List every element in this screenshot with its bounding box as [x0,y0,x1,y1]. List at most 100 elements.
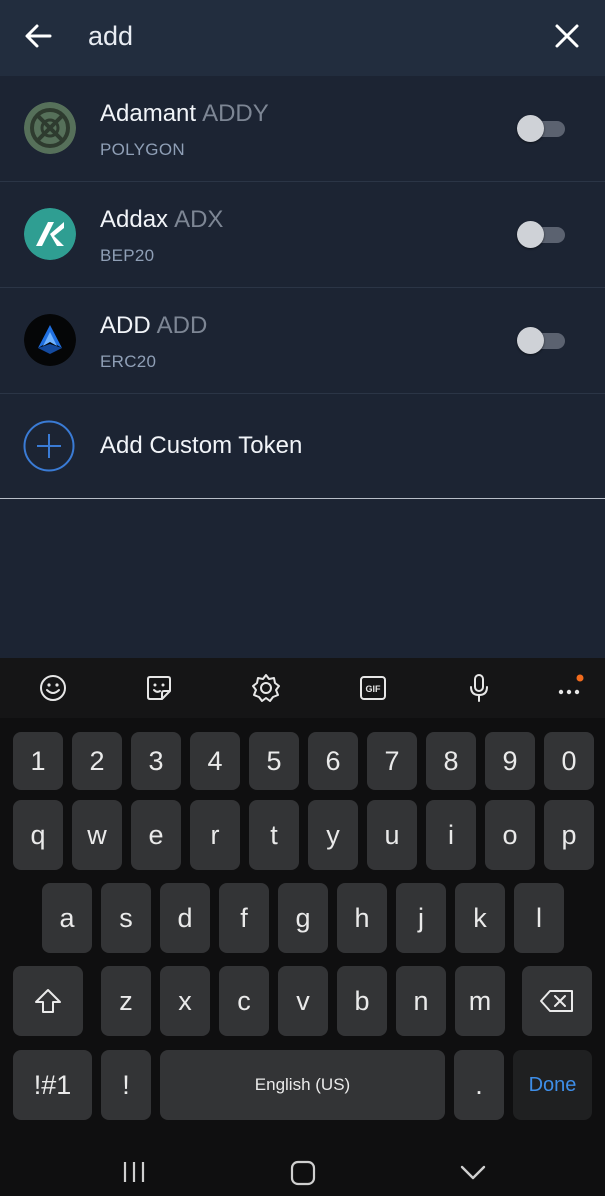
key-label: n [413,985,429,1016]
token-row-add[interactable]: ADD ADD ERC20 [0,288,605,394]
shift-key[interactable] [13,966,83,1036]
exclaim-key[interactable]: ! [101,1050,151,1120]
token-network: BEP20 [100,246,155,265]
key-h[interactable]: h [337,883,387,953]
key-label: k [473,902,487,933]
key-label: g [295,902,311,933]
period-key[interactable]: . [454,1050,504,1120]
key-v[interactable]: v [278,966,328,1036]
key-n[interactable]: n [396,966,446,1036]
key-5[interactable]: 5 [249,732,299,790]
key-3[interactable]: 3 [131,732,181,790]
key-7[interactable]: 7 [367,732,417,790]
key-p[interactable]: p [544,800,594,870]
key-m[interactable]: m [455,966,505,1036]
symbols-key-label: !#1 [33,1069,72,1100]
search-header [0,0,605,76]
token-name-line: Addax ADX [100,206,223,234]
key-k[interactable]: k [455,883,505,953]
more-icon[interactable] [553,672,585,704]
key-a[interactable]: a [42,883,92,953]
done-key-label: Done [528,1073,577,1096]
emoji-icon[interactable] [37,672,69,704]
key-9[interactable]: 9 [485,732,535,790]
space-key[interactable]: English (US) [160,1050,445,1120]
key-6[interactable]: 6 [308,732,358,790]
key-l[interactable]: l [514,883,564,953]
home-icon[interactable] [290,1160,316,1186]
key-2[interactable]: 2 [72,732,122,790]
key-label: v [296,985,310,1016]
key-0[interactable]: 0 [544,732,594,790]
token-symbol: ADD [156,312,208,339]
key-label: a [59,902,75,933]
key-label: z [119,985,133,1016]
add-custom-token-button[interactable]: Add Custom Token [0,394,605,499]
key-z[interactable]: z [101,966,151,1036]
space-key-label: English (US) [254,1075,351,1094]
token-row-adamant[interactable]: Adamant ADDY POLYGON [0,76,605,182]
token-toggle[interactable] [517,221,565,248]
backspace-key[interactable] [522,966,592,1036]
key-label: 6 [325,745,341,776]
back-chevron-icon[interactable] [460,1164,486,1182]
addax-logo-icon [24,208,76,260]
key-u[interactable]: u [367,800,417,870]
key-r[interactable]: r [190,800,240,870]
key-i[interactable]: i [426,800,476,870]
sticker-icon[interactable] [143,672,175,704]
key-label: 4 [207,745,223,776]
key-q[interactable]: q [13,800,63,870]
token-symbol: ADX [174,206,224,233]
token-name: Adamant [100,100,197,127]
key-y[interactable]: y [308,800,358,870]
key-s[interactable]: s [101,883,151,953]
keyboard: GIF 1 2 3 4 5 6 7 8 9 0 q w e r t y u i o p a s d f g h j k l z x c v b n m… [0,658,605,1196]
key-x[interactable]: x [160,966,210,1036]
shift-icon [35,989,61,1013]
keyboard-toolbar: GIF [0,658,605,718]
key-label: r [210,819,220,850]
adamant-logo-icon [24,102,76,154]
key-1[interactable]: 1 [13,732,63,790]
gif-icon[interactable]: GIF [357,672,389,704]
key-b[interactable]: b [337,966,387,1036]
key-e[interactable]: e [131,800,181,870]
toggle-knob [517,115,544,142]
key-j[interactable]: j [396,883,446,953]
key-label: u [384,819,400,850]
exclaim-key-label: ! [122,1069,130,1100]
settings-icon[interactable] [250,672,282,704]
key-label: b [354,985,370,1016]
key-label: h [354,902,370,933]
token-toggle[interactable] [517,115,565,142]
key-w[interactable]: w [72,800,122,870]
key-label: l [536,902,542,933]
key-c[interactable]: c [219,966,269,1036]
done-key[interactable]: Done [513,1050,592,1120]
symbols-key[interactable]: !#1 [13,1050,92,1120]
key-label: i [448,819,454,850]
key-g[interactable]: g [278,883,328,953]
microphone-icon[interactable] [463,672,495,704]
key-f[interactable]: f [219,883,269,953]
token-row-addax[interactable]: Addax ADX BEP20 [0,182,605,288]
key-label: 2 [89,745,105,776]
token-toggle[interactable] [517,327,565,354]
key-t[interactable]: t [249,800,299,870]
period-key-label: . [475,1069,483,1100]
key-label: 5 [266,745,282,776]
arrow-left-icon[interactable] [22,20,54,52]
recent-apps-icon[interactable] [122,1160,146,1184]
add-custom-token-label: Add Custom Token [100,432,303,459]
close-icon[interactable] [552,21,582,51]
add-logo-icon [24,314,76,366]
key-o[interactable]: o [485,800,535,870]
key-d[interactable]: d [160,883,210,953]
key-8[interactable]: 8 [426,732,476,790]
token-network: POLYGON [100,140,185,159]
token-symbol: ADDY [202,100,269,127]
key-label: 1 [30,745,46,776]
search-input[interactable] [88,14,528,58]
key-4[interactable]: 4 [190,732,240,790]
